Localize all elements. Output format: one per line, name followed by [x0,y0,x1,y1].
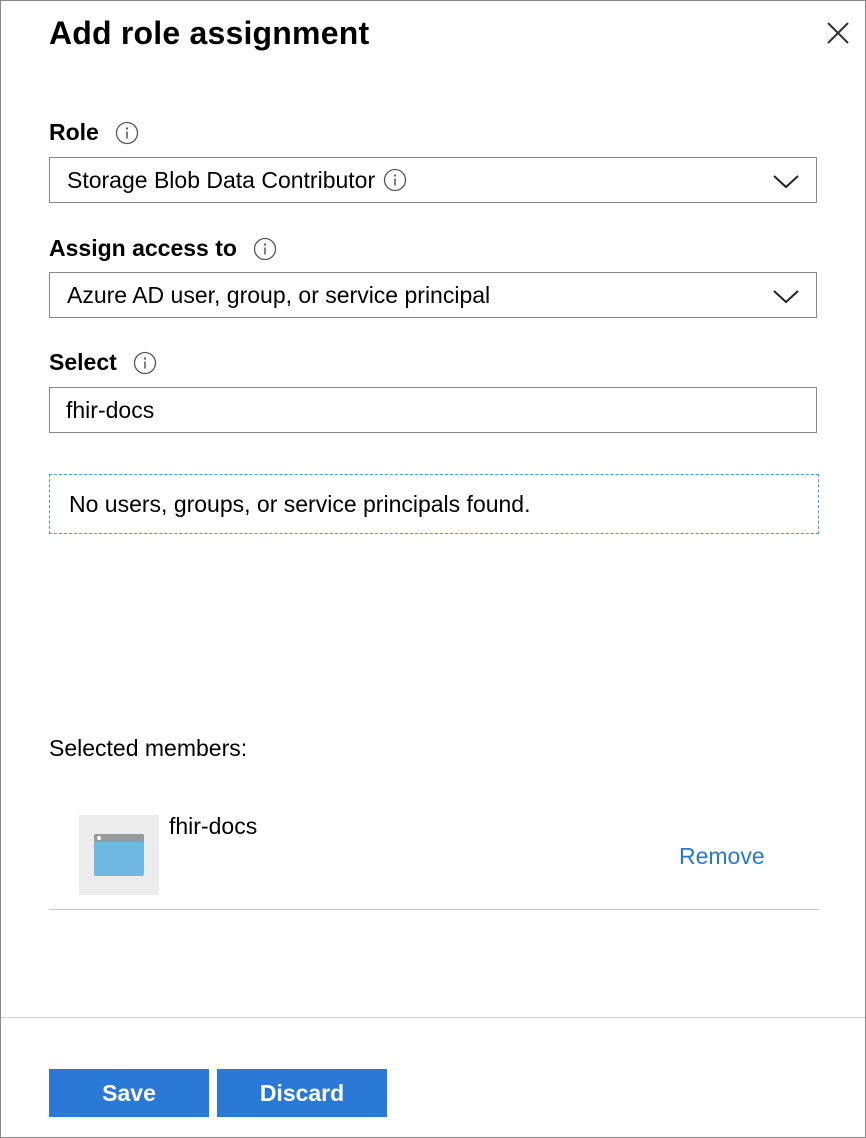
role-label-row: Role [49,119,139,146]
close-icon[interactable] [824,19,852,47]
info-icon[interactable] [115,121,139,145]
no-results-message: No users, groups, or service principals … [69,490,531,517]
chevron-down-icon [773,290,799,304]
select-label-row: Select [49,349,157,376]
member-name: fhir-docs [169,813,258,839]
assign-access-dropdown[interactable]: Azure AD user, group, or service princip… [49,272,817,318]
assign-access-dropdown-value: Azure AD user, group, or service princip… [67,281,491,308]
info-icon[interactable] [133,351,157,375]
add-role-assignment-panel: Add role assignment Role Storage Blob Da… [0,0,866,1138]
role-dropdown[interactable]: Storage Blob Data Contributor [49,157,817,203]
discard-button[interactable]: Discard [217,1069,387,1117]
select-search-input[interactable] [49,387,817,433]
info-icon[interactable] [383,168,407,192]
save-button[interactable]: Save [49,1069,209,1117]
app-window-icon [79,815,159,895]
selected-members-heading: Selected members: [49,735,248,761]
search-results-box: No users, groups, or service principals … [49,474,819,534]
remove-member-link[interactable]: Remove [679,843,765,870]
chevron-down-icon [773,175,799,189]
role-dropdown-value: Storage Blob Data Contributor [67,166,376,193]
assign-access-label: Assign access to [49,235,237,261]
info-icon[interactable] [253,237,277,261]
selected-member-row: fhir-docs Remove [49,813,819,910]
assign-access-label-row: Assign access to [49,235,277,262]
role-label: Role [49,119,99,145]
footer-divider [1,1017,865,1018]
select-label: Select [49,349,117,375]
page-title: Add role assignment [49,15,370,51]
